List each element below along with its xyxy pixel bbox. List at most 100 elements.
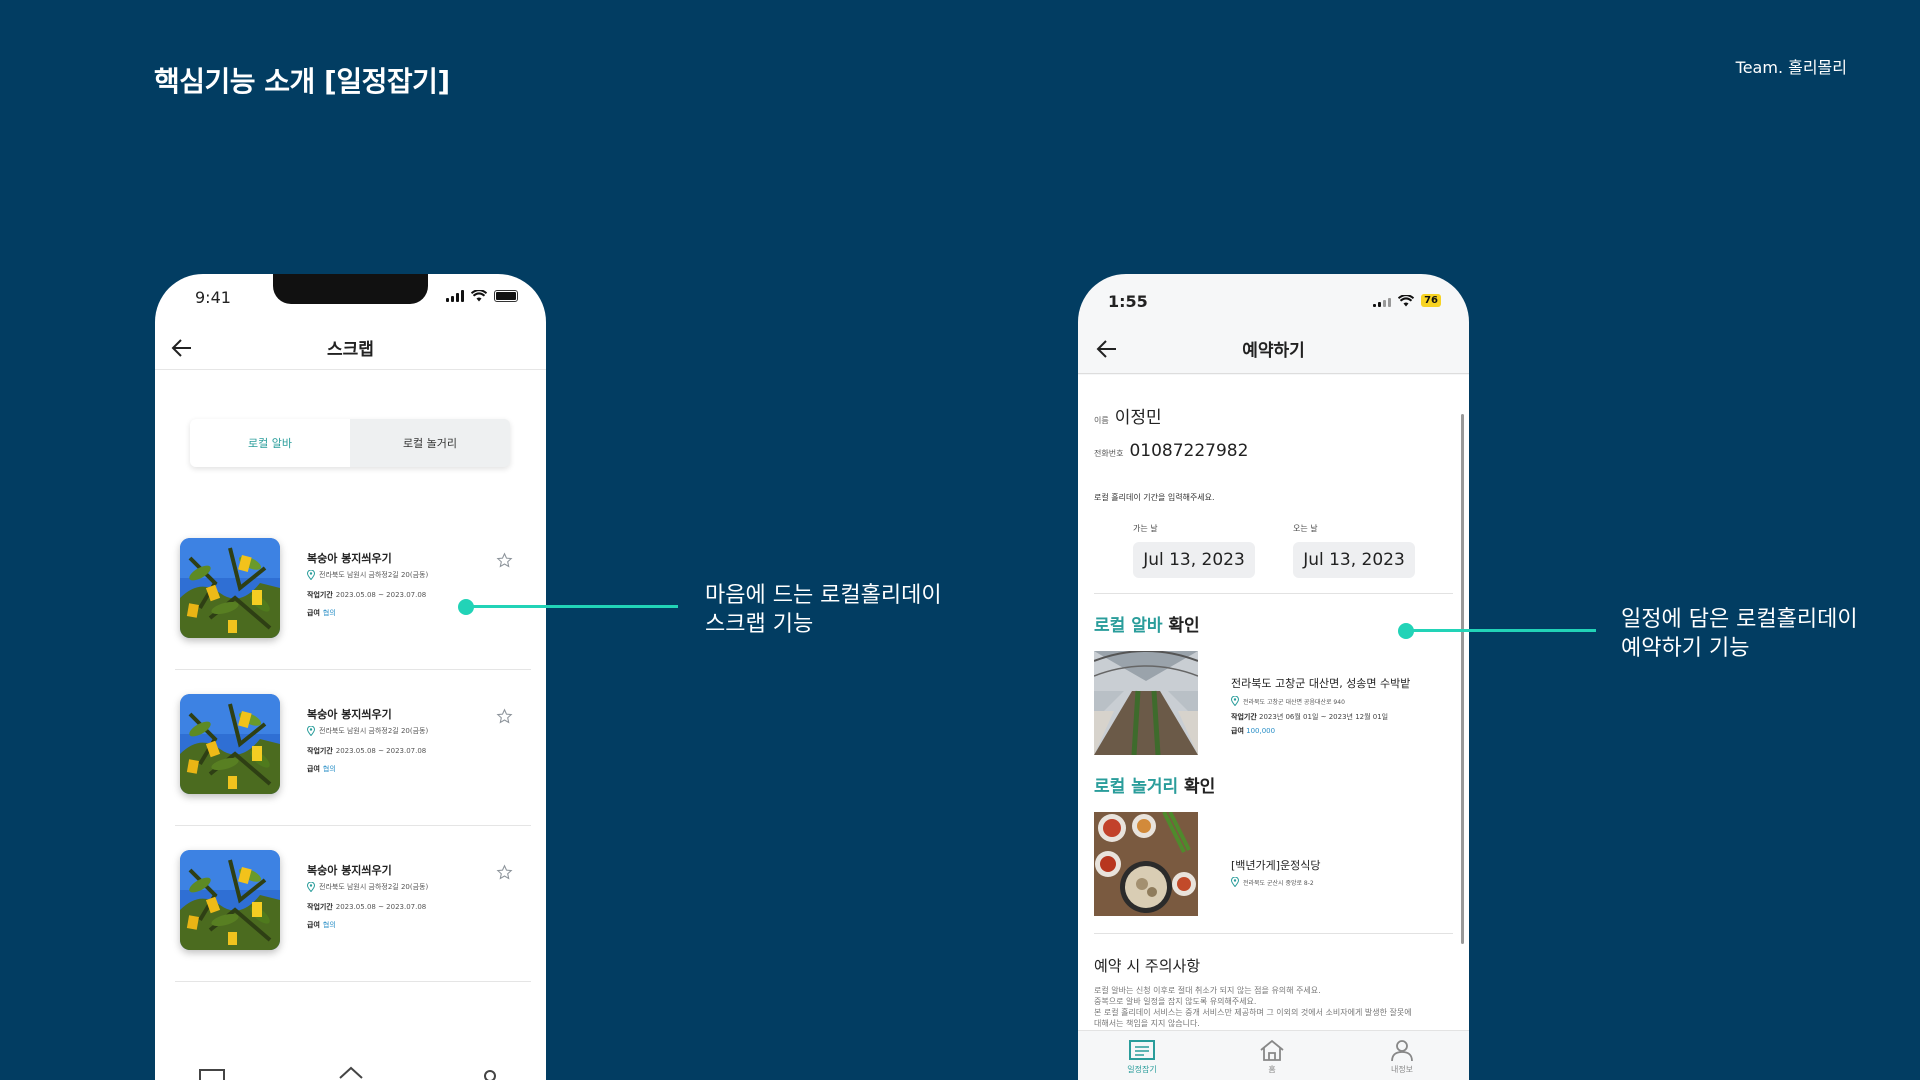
- phone-notch: [273, 274, 428, 304]
- card-location: 전라북도 남원시 금하정2길 20(금동): [307, 726, 428, 736]
- card-pay: 급여협의: [307, 920, 336, 930]
- play-section-title-accent: 로컬 놀거리: [1094, 777, 1178, 797]
- notice-line: 대해서는 책임을 지지 않습니다.: [1094, 1018, 1444, 1029]
- play-thumbnail: [1094, 812, 1198, 916]
- back-arrow-icon[interactable]: [1096, 339, 1118, 359]
- home-tab-icon[interactable]: [338, 1064, 364, 1080]
- callout-right-line-1: 일정에 담은 로컬홀리데이: [1621, 605, 1858, 634]
- job-section-title: 로컬 알바 확인: [1094, 611, 1200, 636]
- job-section-title-accent: 로컬 알바: [1094, 616, 1162, 636]
- phone-value: 01087227982: [1129, 441, 1248, 461]
- battery-icon: [494, 290, 518, 302]
- notice-title: 예약 시 주의사항: [1094, 955, 1200, 976]
- tab-schedule[interactable]: 일정잡기: [1112, 1039, 1172, 1075]
- card-thumbnail: [180, 694, 280, 794]
- card-thumbnail: [180, 538, 280, 638]
- app-header: 스크랩: [155, 326, 546, 370]
- scrollbar[interactable]: [1461, 414, 1464, 944]
- star-icon[interactable]: [496, 552, 513, 569]
- callout-right-line-2: 예약하기 기능: [1621, 634, 1858, 663]
- play-location: 전라북도 군산시 중앙로 8-2: [1231, 877, 1314, 887]
- divider: [1094, 593, 1453, 594]
- battery-level: 76: [1421, 294, 1441, 307]
- come-date-label: 오는 날: [1293, 523, 1318, 534]
- status-icons: [446, 290, 518, 302]
- location-pin-icon: [307, 882, 315, 892]
- card-period-text: 2023.05.08 ~ 2023.07.08: [336, 591, 426, 599]
- callout-left-line-1: 마음에 드는 로컬홀리데이: [705, 581, 942, 610]
- notice-line: 중복으로 알바 일정을 잡지 않도록 유의해주세요.: [1094, 996, 1444, 1007]
- schedule-icon: [1128, 1039, 1156, 1061]
- callout-left-line-2: 스크랩 기능: [705, 610, 942, 639]
- go-date-picker[interactable]: Jul 13, 2023: [1133, 542, 1255, 578]
- list-item[interactable]: 복숭아 봉지씌우기 전라북도 남원시 금하정2길 20(금동) 작업기간2023…: [175, 514, 531, 670]
- job-thumbnail: [1094, 651, 1198, 755]
- tab-home-label: 홈: [1268, 1064, 1275, 1075]
- app-header: 예약하기: [1078, 324, 1469, 374]
- job-period-text: 2023년 06월 01일 ~ 2023년 12월 01일: [1259, 713, 1388, 721]
- play-section-title-rest: 확인: [1178, 777, 1215, 797]
- phone-reservation-screen: 1:55 76 예약하기 이름 이정민 전화번호 01087227982 로컬 …: [1078, 274, 1469, 1080]
- period-instruction: 로컬 홀리데이 기간을 입력해주세요.: [1094, 492, 1215, 503]
- segment-control: 로컬 알바 로컬 놀거리: [190, 419, 510, 467]
- card-pay: 급여협의: [307, 764, 336, 774]
- card-location: 전라북도 남원시 금하정2길 20(금동): [307, 570, 428, 580]
- schedule-tab-icon[interactable]: [199, 1064, 225, 1080]
- come-date-picker[interactable]: Jul 13, 2023: [1293, 542, 1415, 578]
- card-pay-label: 급여: [307, 765, 320, 773]
- callout-line-right: [1406, 629, 1596, 632]
- notice-text: 로컬 알바는 신청 이후로 절대 취소가 되지 않는 점을 유의해 주세요. 중…: [1094, 985, 1444, 1029]
- tab-my-info[interactable]: 내정보: [1372, 1039, 1432, 1075]
- name-row: 이름 이정민: [1094, 403, 1162, 428]
- profile-icon: [1388, 1039, 1416, 1061]
- card-period-text: 2023.05.08 ~ 2023.07.08: [336, 903, 426, 911]
- tab-local-job[interactable]: 로컬 알바: [190, 419, 350, 467]
- card-thumbnail: [180, 850, 280, 950]
- play-location-text: 전라북도 군산시 중앙로 8-2: [1243, 878, 1314, 887]
- card-location-text: 전라북도 남원시 금하정2길 20(금동): [319, 570, 428, 580]
- card-period: 작업기간2023.05.08 ~ 2023.07.08: [307, 902, 426, 912]
- notice-line: 본 로컬 홀리데이 서비스는 중개 서비스만 제공하며 그 이외의 것에서 소비…: [1094, 1007, 1444, 1018]
- tab-local-play[interactable]: 로컬 놀거리: [350, 419, 510, 467]
- status-time: 1:55: [1108, 292, 1148, 311]
- card-location: 전라북도 남원시 금하정2길 20(금동): [307, 882, 428, 892]
- job-title: 전라북도 고창군 대산면, 성송면 수박밭: [1231, 675, 1410, 691]
- job-section-title-rest: 확인: [1162, 616, 1199, 636]
- star-icon[interactable]: [496, 864, 513, 881]
- go-date-label: 가는 날: [1133, 523, 1158, 534]
- tab-my-info-label: 내정보: [1391, 1064, 1413, 1075]
- card-pay: 급여협의: [307, 608, 336, 618]
- phone-row: 전화번호 01087227982: [1094, 441, 1248, 461]
- job-period: 작업기간 2023년 06월 01일 ~ 2023년 12월 01일: [1231, 712, 1388, 722]
- bottom-tab-bar: 일정잡기 홈 내정보: [1078, 1030, 1469, 1080]
- header-title: 스크랩: [327, 335, 374, 360]
- reservation-form: 이름 이정민 전화번호 01087227982 로컬 홀리데이 기간을 입력해주…: [1078, 375, 1469, 1035]
- job-location-text: 전라북도 고창군 대산면 공음대산로 940: [1243, 697, 1345, 706]
- job-pay-label: 급여: [1231, 727, 1244, 735]
- card-title: 복숭아 봉지씌우기: [307, 550, 392, 566]
- header-title: 예약하기: [1242, 336, 1305, 361]
- card-pay-text: 협의: [323, 921, 336, 929]
- card-pay-label: 급여: [307, 609, 320, 617]
- signal-icon: [1373, 298, 1391, 307]
- list-item[interactable]: 복숭아 봉지씌우기 전라북도 남원시 금하정2길 20(금동) 작업기간2023…: [175, 670, 531, 826]
- location-pin-icon: [307, 726, 315, 736]
- name-value: 이정민: [1115, 403, 1162, 428]
- job-pay-text: 100,000: [1246, 727, 1275, 735]
- tab-home[interactable]: 홈: [1242, 1039, 1302, 1075]
- back-arrow-icon[interactable]: [171, 338, 193, 358]
- signal-icon: [446, 290, 464, 302]
- card-period-label: 작업기간: [307, 903, 333, 911]
- profile-tab-icon[interactable]: [477, 1064, 503, 1080]
- location-pin-icon: [1231, 877, 1239, 887]
- card-period: 작업기간2023.05.08 ~ 2023.07.08: [307, 590, 426, 600]
- location-pin-icon: [1231, 696, 1239, 706]
- notice-line: 로컬 알바는 신청 이후로 절대 취소가 되지 않는 점을 유의해 주세요.: [1094, 985, 1444, 996]
- card-period-text: 2023.05.08 ~ 2023.07.08: [336, 747, 426, 755]
- list-item[interactable]: 복숭아 봉지씌우기 전라북도 남원시 금하정2길 20(금동) 작업기간2023…: [175, 826, 531, 982]
- card-location-text: 전라북도 남원시 금하정2길 20(금동): [319, 882, 428, 892]
- card-title: 복숭아 봉지씌우기: [307, 862, 392, 878]
- star-icon[interactable]: [496, 708, 513, 725]
- home-icon: [1258, 1039, 1286, 1061]
- tab-schedule-label: 일정잡기: [1127, 1064, 1156, 1075]
